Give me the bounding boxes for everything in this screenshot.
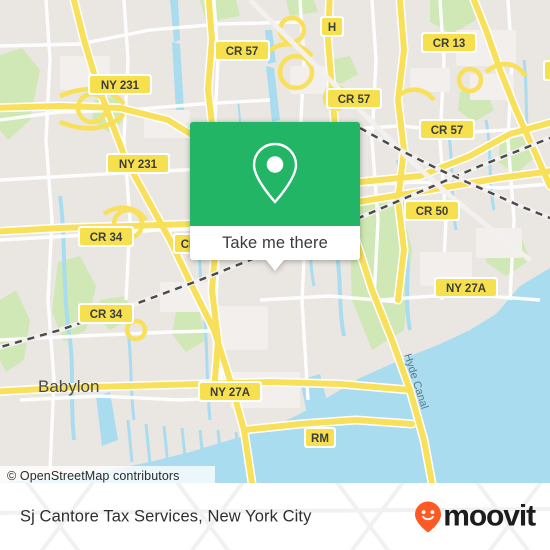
osm-attribution[interactable]: © OpenStreetMap contributors: [0, 466, 215, 483]
road-shield-label: CR 50: [416, 206, 449, 218]
road-shield-label: NY 27A: [210, 387, 250, 399]
road-shield: CR 13: [421, 32, 477, 53]
road-shield-label: CR 57: [431, 125, 464, 137]
road-shield: CR 50: [404, 200, 460, 221]
osm-attribution-text: © OpenStreetMap contributors: [7, 468, 180, 483]
popup-pointer: [266, 260, 284, 271]
road-shield: H: [320, 16, 344, 37]
road-shield: CR 34: [78, 226, 134, 247]
road-shield-label: CR 34: [90, 232, 123, 244]
take-me-there-label: Take me there: [222, 233, 328, 252]
road-shield-label: CR 57: [338, 94, 371, 106]
moovit-logo[interactable]: moovit: [415, 499, 536, 533]
road-shield-label: NY 231: [119, 159, 158, 171]
moovit-smiley-pin-icon: [415, 501, 442, 532]
footer-bar: Sj Cantore Tax Services, New York City m…: [0, 483, 550, 550]
destination-popup-card[interactable]: Take me there: [190, 122, 360, 271]
road-shield-label: RM: [311, 433, 329, 445]
road-shield: NY 231: [106, 153, 170, 174]
map-screenshot: Babylon Hyde Canal H CR 57 CR 13 NY 231 CR 5…: [0, 0, 550, 550]
road-shield: NY 231: [88, 74, 152, 95]
road-shield: RM: [304, 427, 336, 448]
road-shield: CR 57: [326, 88, 382, 109]
road-shield: N: [543, 60, 550, 81]
road-shield-label: NY 231: [101, 80, 140, 92]
road-shield-label: CR 13: [433, 38, 466, 50]
road-shield: CR 57: [214, 40, 270, 61]
road-shield-label: H: [328, 22, 336, 34]
road-shield-label: CR 57: [226, 46, 259, 58]
popup-action-row[interactable]: Take me there: [190, 226, 360, 260]
road-shield-label: CR 34: [90, 309, 123, 321]
location-title: Sj Cantore Tax Services, New York City: [20, 507, 312, 525]
road-shield: NY 27A: [434, 277, 498, 298]
road-shield-label: NY 27A: [446, 283, 486, 295]
popup-header: [190, 122, 360, 226]
road-shield: NY 27A: [198, 381, 262, 402]
road-shield: CR 57: [419, 119, 475, 140]
map-pin-icon: [252, 142, 298, 204]
road-shield: CR 34: [78, 303, 134, 324]
moovit-wordmark: moovit: [443, 499, 536, 533]
place-label-babylon: Babylon: [38, 377, 99, 396]
